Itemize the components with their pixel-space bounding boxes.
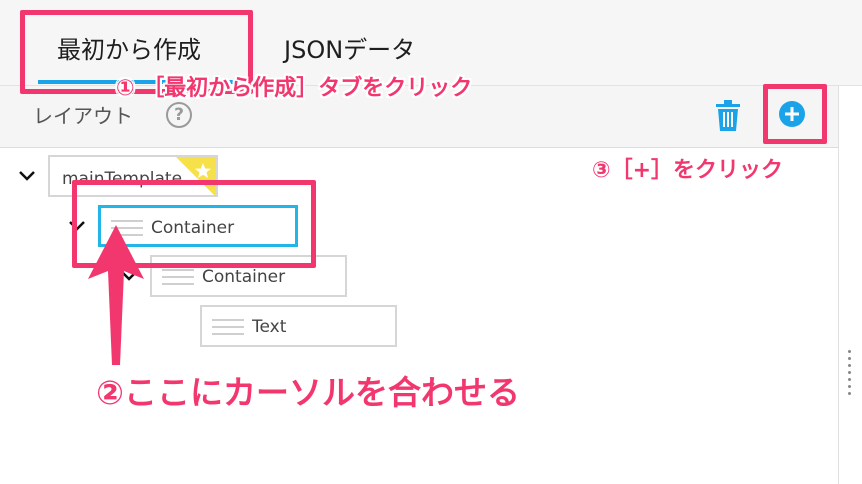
drag-handle-icon[interactable] (212, 319, 244, 335)
scrollbar-track[interactable] (838, 86, 862, 484)
help-icon[interactable]: ? (166, 102, 192, 128)
annotation-step-1: ① ［最初から作成］タブをクリック (116, 76, 473, 101)
drag-handle-icon[interactable] (162, 269, 194, 285)
annotation-step-2: ②ここにカーソルを合わせる (96, 373, 520, 412)
trash-icon[interactable] (714, 100, 742, 132)
highlight-box-plus (763, 84, 827, 144)
tree-node-text[interactable]: Text (200, 305, 397, 347)
tree-node-label: Container (202, 267, 286, 287)
arrow-up-icon (88, 225, 144, 365)
tree-node-label: Text (252, 317, 287, 337)
annotation-step-3: ③［+］をクリック (592, 158, 784, 183)
scrollbar-grip-icon[interactable] (845, 350, 855, 400)
chevron-down-icon[interactable] (18, 170, 36, 182)
layout-title: レイアウト (33, 104, 133, 128)
tab-json-data[interactable]: JSONデータ (284, 30, 415, 65)
